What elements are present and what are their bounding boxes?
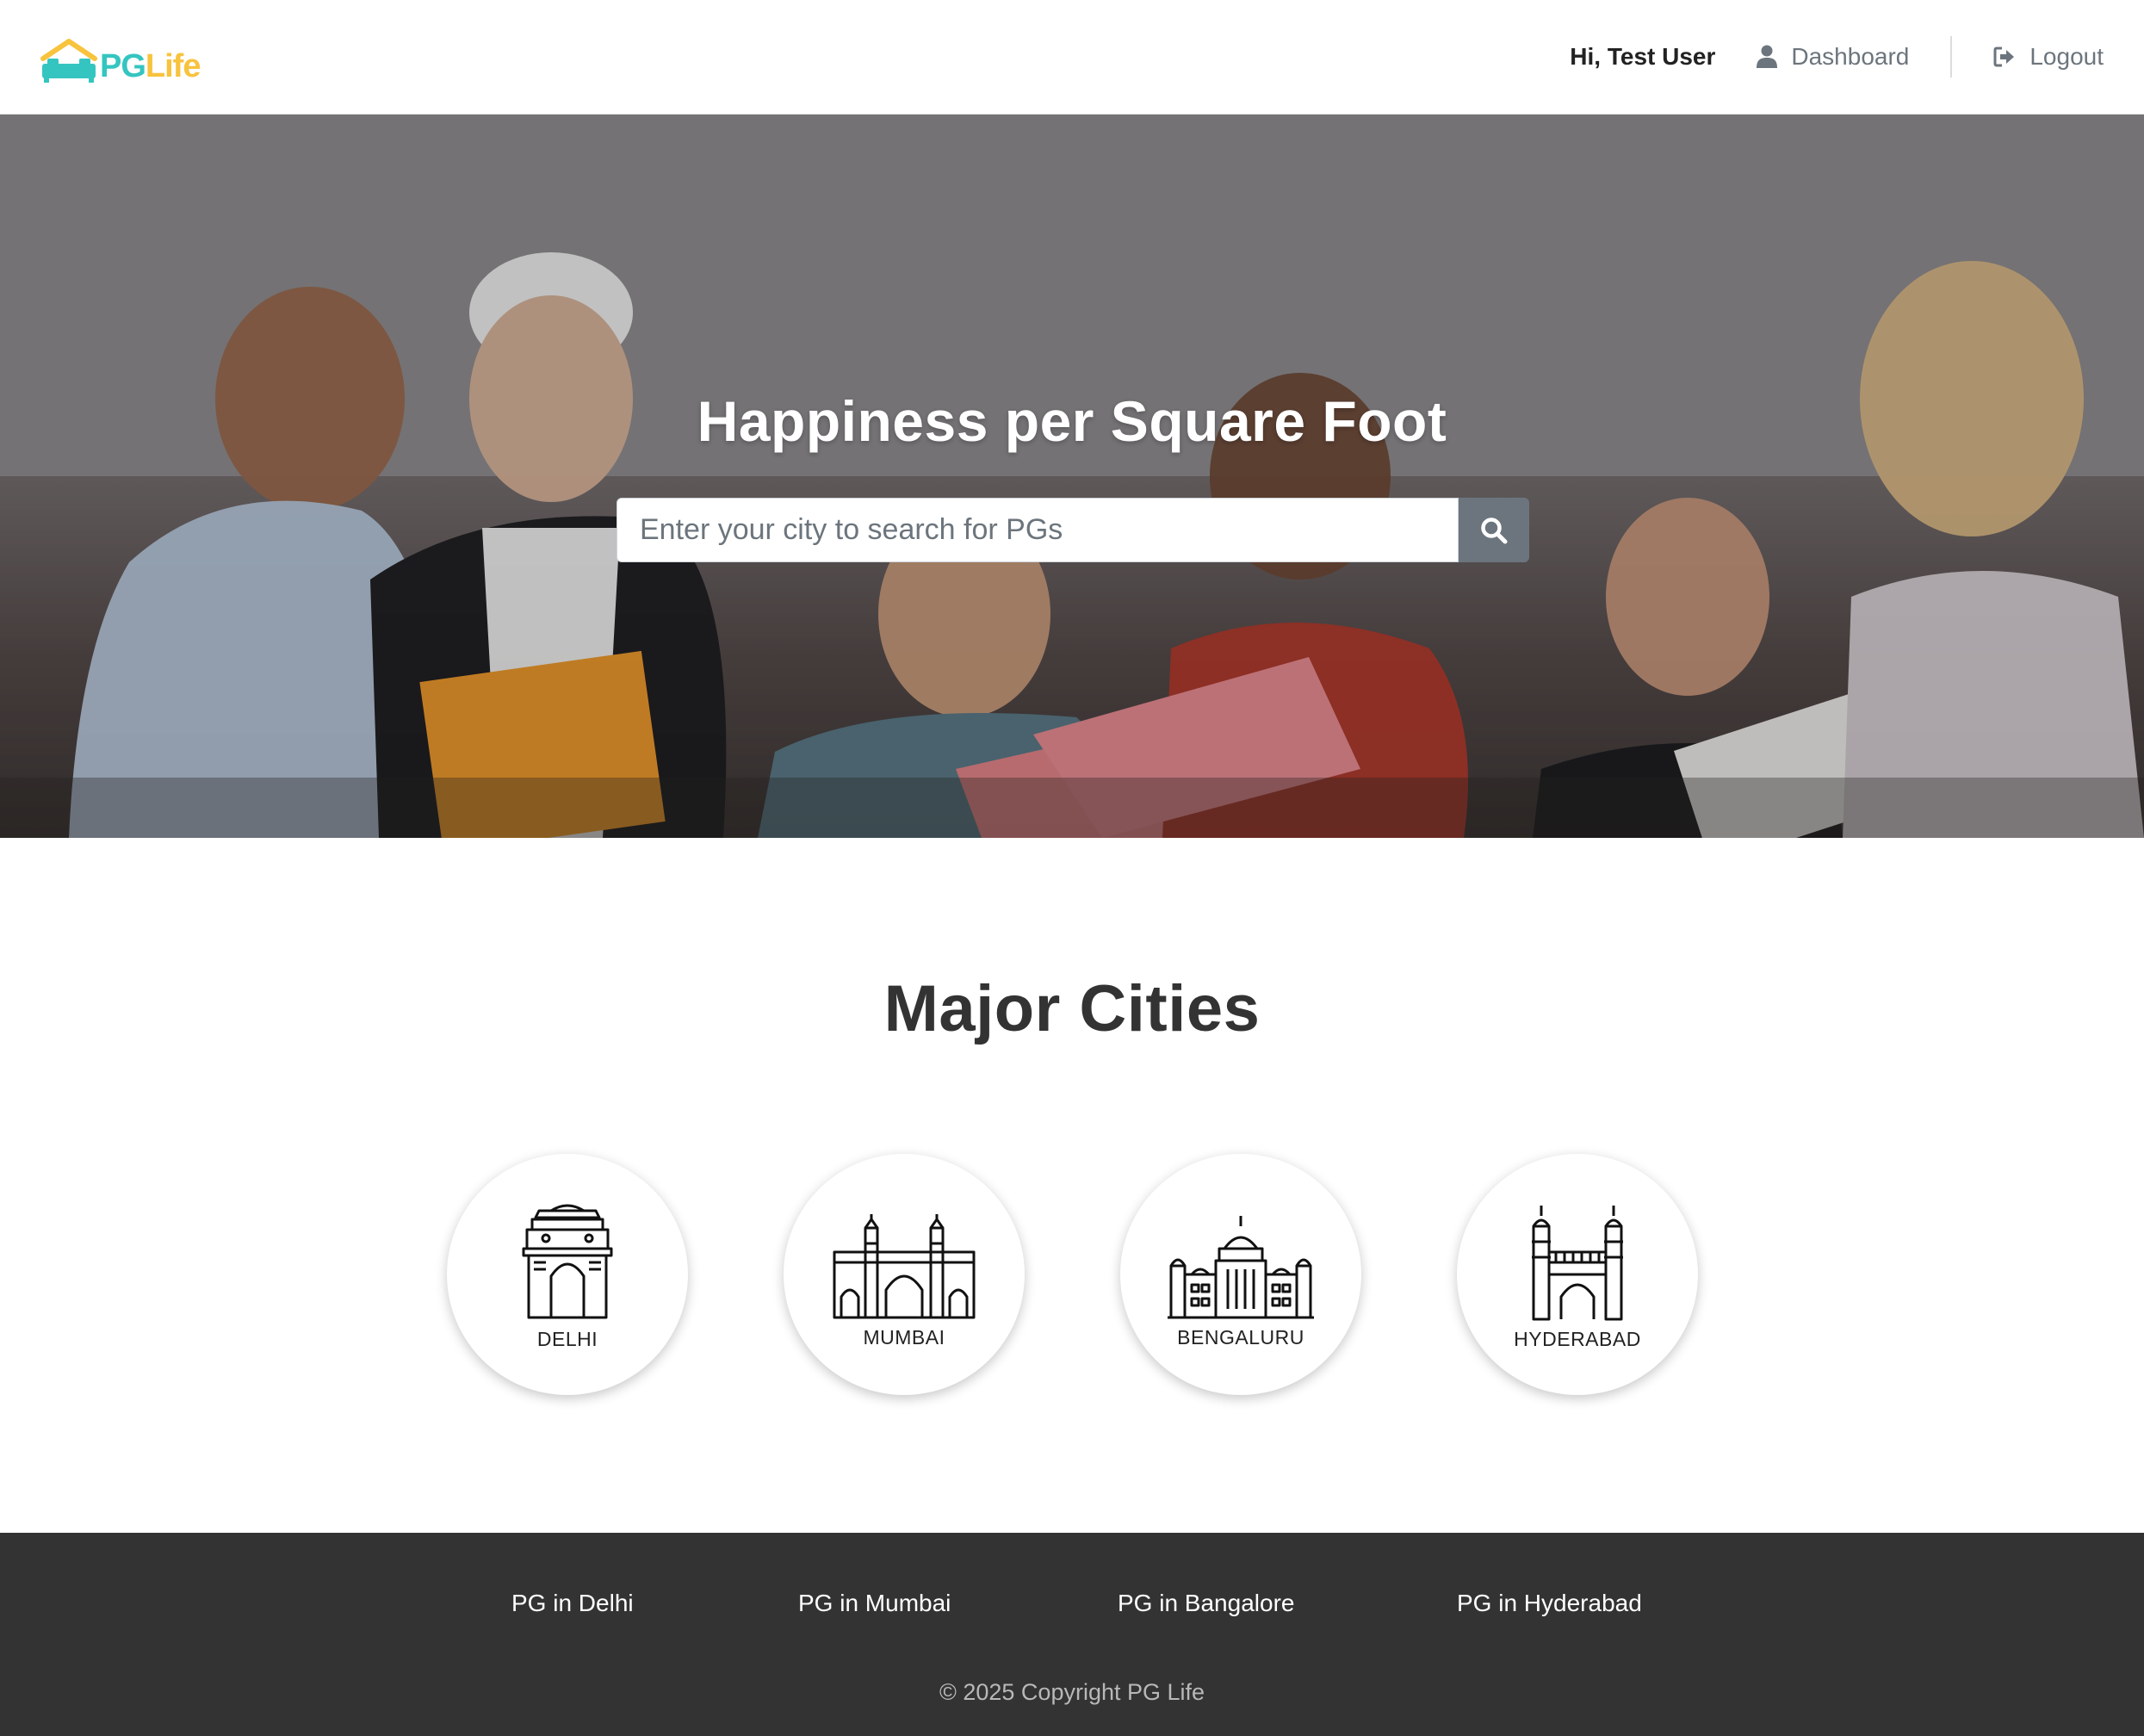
hero-overlay	[0, 115, 2144, 838]
logo-life-text: Life	[145, 48, 201, 84]
city-card-mumbai[interactable]: MUMBAI	[784, 1154, 1025, 1395]
user-icon	[1757, 45, 1778, 68]
footer-links: PG in Delhi PG in Mumbai PG in Bangalore…	[0, 1590, 2144, 1624]
gateway-of-india-icon	[833, 1214, 976, 1319]
footer-link-delhi[interactable]: PG in Delhi	[511, 1590, 634, 1617]
dashboard-link[interactable]: Dashboard	[1757, 43, 1909, 71]
search-icon	[1481, 517, 1508, 543]
footer-link-mumbai[interactable]: PG in Mumbai	[798, 1590, 951, 1617]
dashboard-label: Dashboard	[1791, 43, 1910, 70]
hero-title: Happiness per Square Foot	[697, 389, 1447, 453]
city-label-hyderabad: HYDERABAD	[1514, 1328, 1641, 1350]
navbar: PGLife Hi, Test User Dashboard Logout	[0, 0, 2144, 115]
city-card-delhi[interactable]: DELHI	[447, 1154, 688, 1395]
city-label-bengaluru: BENGALURU	[1177, 1326, 1304, 1348]
footer-link-hyderabad[interactable]: PG in Hyderabad	[1457, 1590, 1642, 1617]
logo-pg-text: PG	[100, 48, 146, 84]
india-gate-icon	[522, 1204, 613, 1319]
city-card-hyderabad[interactable]: HYDERABAD	[1457, 1154, 1698, 1395]
cities-heading: Major Cities	[883, 972, 1261, 1045]
search-button[interactable]	[1459, 498, 1529, 562]
sign-out-icon	[1993, 46, 2015, 67]
charminar-icon	[1532, 1206, 1623, 1321]
city-label-mumbai: MUMBAI	[863, 1326, 945, 1348]
house-logo-icon	[40, 39, 97, 83]
logout-label: Logout	[2029, 43, 2104, 70]
nav-links: Hi, Test User Dashboard Logout	[1570, 0, 2104, 115]
footer: PG in Delhi PG in Mumbai PG in Bangalore…	[0, 1533, 2144, 1736]
footer-link-bangalore[interactable]: PG in Bangalore	[1118, 1590, 1294, 1617]
city-search-input[interactable]	[617, 498, 1459, 562]
logout-link[interactable]: Logout	[1993, 43, 2104, 71]
brand-logo[interactable]: PGLife	[40, 31, 201, 84]
hero-banner: Happiness per Square Foot	[0, 115, 2144, 838]
vidhana-soudha-icon	[1168, 1216, 1314, 1319]
copyright-text: © 2025 Copyright PG Life	[939, 1679, 1205, 1705]
user-greeting: Hi, Test User	[1570, 43, 1716, 70]
nav-divider	[1950, 36, 1953, 78]
city-search-form	[617, 498, 1529, 562]
city-card-bengaluru[interactable]: BENGALURU	[1120, 1154, 1361, 1395]
city-label-delhi: DELHI	[536, 1328, 598, 1350]
